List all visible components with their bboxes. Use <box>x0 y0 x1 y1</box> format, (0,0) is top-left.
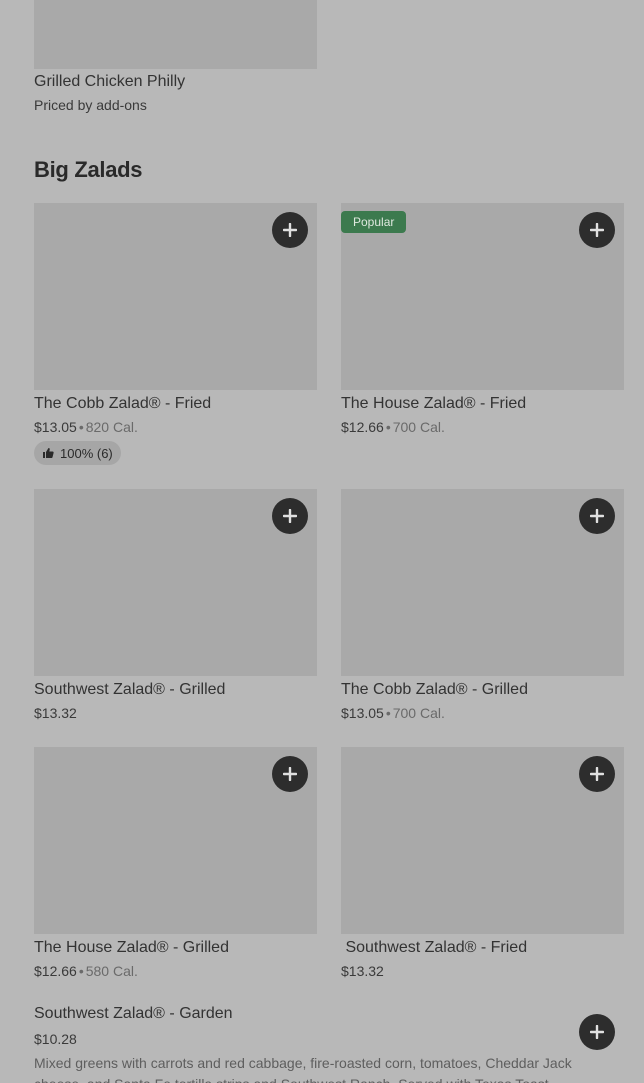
plus-icon <box>283 223 297 237</box>
item-price: $10.28 <box>34 1031 77 1047</box>
plus-icon <box>590 223 604 237</box>
item-price-line: $12.66 • 580 Cal. <box>34 963 138 979</box>
separator: • <box>385 419 391 435</box>
item-subtitle: Priced by add-ons <box>34 97 147 113</box>
thumbs-up-icon <box>43 448 54 458</box>
add-button[interactable] <box>272 212 308 248</box>
item-price: $12.66 <box>34 963 77 979</box>
rating-pill: 100% (6) <box>34 441 121 465</box>
item-price-line: $13.05 • 700 Cal. <box>341 705 445 721</box>
rating-text: 100% (6) <box>60 445 113 461</box>
separator: • <box>78 419 84 435</box>
item-image[interactable] <box>34 0 317 69</box>
plus-icon <box>590 1025 604 1039</box>
add-button[interactable] <box>272 498 308 534</box>
popular-badge: Popular <box>341 211 407 233</box>
plus-icon <box>283 767 297 781</box>
add-button[interactable] <box>579 756 615 792</box>
separator: • <box>385 705 391 721</box>
add-button[interactable] <box>579 498 615 534</box>
item-price: $12.66 <box>341 419 384 435</box>
item-calories: 700 Cal. <box>392 419 445 435</box>
item-calories: 700 Cal. <box>392 705 445 721</box>
item-price: $13.05 <box>34 419 77 435</box>
item-price: $13.32 <box>34 705 77 721</box>
item-price-line: $13.05 • 820 Cal. <box>34 419 138 435</box>
item-name[interactable]: Southwest Zalad® - Grilled <box>34 681 225 699</box>
item-name[interactable]: The House Zalad® - Fried <box>341 395 526 413</box>
item-price-line: $12.66 • 700 Cal. <box>341 419 445 435</box>
item-calories: 820 Cal. <box>85 419 138 435</box>
item-calories: 580 Cal. <box>85 963 138 979</box>
separator: • <box>78 963 84 979</box>
item-name[interactable]: Grilled Chicken Philly <box>34 73 185 91</box>
add-button[interactable] <box>272 756 308 792</box>
plus-icon <box>590 509 604 523</box>
item-name[interactable]: Southwest Zalad® - Fried <box>341 939 527 957</box>
add-button[interactable] <box>579 1014 615 1050</box>
section-title: Big Zalads <box>34 157 143 182</box>
item-name[interactable]: The Cobb Zalad® - Grilled <box>341 681 528 699</box>
item-price: $13.32 <box>341 963 384 979</box>
plus-icon <box>283 509 297 523</box>
item-description: Mixed greens with carrots and red cabbag… <box>34 1055 572 1083</box>
item-name[interactable]: The House Zalad® - Grilled <box>34 939 229 957</box>
item-name[interactable]: Southwest Zalad® - Garden <box>34 1005 233 1023</box>
add-button[interactable] <box>579 212 615 248</box>
item-name[interactable]: The Cobb Zalad® - Fried <box>34 395 211 413</box>
plus-icon <box>590 767 604 781</box>
item-price: $13.05 <box>341 705 384 721</box>
